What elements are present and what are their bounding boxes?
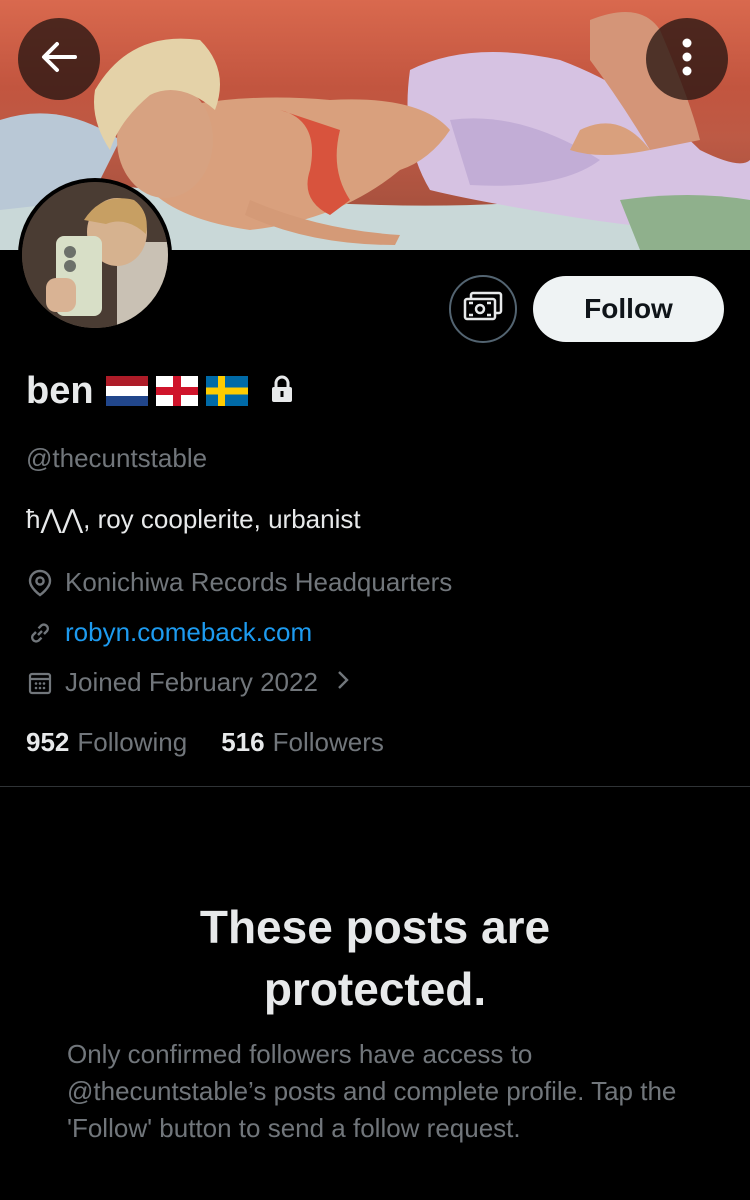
following-count: 952 — [26, 727, 70, 757]
chevron-right-icon — [336, 667, 350, 698]
following-label: Following — [77, 727, 188, 757]
follow-stats: 952 Following 516 Followers — [26, 727, 384, 758]
link-icon — [26, 619, 54, 647]
back-button[interactable] — [18, 18, 100, 100]
protected-body: Only confirmed followers have access to … — [67, 1039, 677, 1143]
avatar-image — [22, 182, 168, 328]
follow-button[interactable]: Follow — [533, 276, 724, 342]
lock-icon — [270, 374, 294, 409]
followers-count: 516 — [221, 727, 265, 757]
display-name: ben — [26, 369, 94, 412]
followers-label: Followers — [272, 727, 384, 757]
joined-row[interactable]: Joined February 2022 — [26, 667, 350, 698]
netherlands-flag-icon — [105, 376, 148, 406]
subscribe-button[interactable] — [449, 275, 517, 343]
avatar[interactable] — [18, 178, 172, 332]
display-name-row: ben — [26, 366, 294, 416]
more-vertical-icon — [681, 37, 693, 82]
more-options-button[interactable] — [646, 18, 728, 100]
username-handle: @thecuntstable — [26, 443, 208, 473]
england-flag-icon — [155, 376, 198, 406]
protected-title: These posts are protected. — [0, 896, 750, 1020]
section-divider — [0, 786, 750, 787]
location-text: Konichiwa Records Headquarters — [65, 567, 453, 597]
following-stat[interactable]: 952 Following — [26, 727, 187, 758]
calendar-icon — [26, 669, 54, 697]
protected-title-text: These posts are protected. — [199, 901, 551, 1015]
location-pin-icon — [26, 569, 54, 597]
followers-stat[interactable]: 516 Followers — [221, 727, 384, 758]
bio: ħ⋀⋀, roy cooplerite, urbanist — [26, 504, 361, 534]
location-row: Konichiwa Records Headquarters — [26, 567, 452, 598]
website-row[interactable]: robyn.comeback.com — [26, 617, 312, 648]
arrow-left-icon — [39, 40, 79, 79]
sweden-flag-icon — [205, 376, 248, 406]
website-link[interactable]: robyn.comeback.com — [65, 617, 312, 648]
joined-text: Joined February 2022 — [65, 667, 318, 697]
money-icon — [463, 291, 503, 328]
